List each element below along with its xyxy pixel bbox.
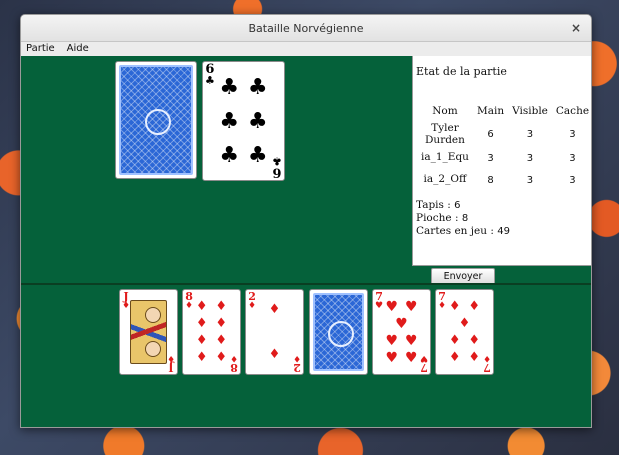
tapis-line: Tapis : 6 — [416, 199, 461, 211]
card-corner-top: 6 ♣ — [205, 62, 215, 87]
heart-pip-icon: ♥ — [404, 332, 418, 349]
player-main: 8 — [487, 174, 494, 186]
player-visible: 3 — [526, 174, 534, 186]
card-pips: ♣ ♣ ♣ ♣ ♣ ♣ — [215, 70, 272, 172]
player-main: 3 — [487, 152, 494, 164]
column-header: Nom — [432, 105, 458, 117]
diamond-pip-icon: ♦ — [448, 350, 461, 365]
menu-bar: Partie Aide — [21, 42, 591, 56]
hand-card-seven-diamonds[interactable]: 7 ♦ ♦ ♦ ♦ ♦ ♦ ♦ ♦ 7 ♦ — [435, 289, 494, 375]
diamond-pip-icon: ♦ — [195, 299, 208, 314]
diamond-pip-icon: ♦ — [468, 299, 481, 314]
table-row: Tyler Durden 6 3 3 — [417, 122, 591, 147]
player-visible: 3 — [526, 129, 534, 141]
diamond-pip-icon: ♦ — [268, 301, 281, 317]
pile-top-card[interactable]: 6 ♣ ♣ ♣ ♣ ♣ ♣ ♣ 6 ♣ — [202, 61, 285, 181]
player-cache: 3 — [569, 129, 576, 141]
player-main: 6 — [487, 129, 494, 141]
game-window: Bataille Norvégienne × Partie Aide 6 ♣ ♣ … — [20, 14, 592, 428]
diamond-pip-icon: ♦ — [448, 333, 461, 348]
table-row: ia_2_Off 8 3 3 — [417, 169, 591, 191]
card-pips: ♦ ♦ — [255, 298, 294, 366]
club-pip-icon: ♣ — [219, 142, 240, 168]
hand-card-two-diamonds[interactable]: 2 ♦ ♦ ♦ 2 ♦ — [245, 289, 304, 375]
card-corner-top: J ♦ — [122, 290, 131, 311]
heart-pip-icon: ♥ — [404, 298, 418, 315]
hand-card-eight-diamonds[interactable]: 8 ♦ ♦ ♦ ♦ ♦ ♦ ♦ ♦ ♦ 8 ♦ — [182, 289, 241, 375]
diamond-pip-icon: ♦ — [448, 299, 461, 314]
window-title: Bataille Norvégienne — [248, 22, 364, 35]
deck-card-back[interactable] — [115, 61, 197, 179]
card-corner-bottom: 7 ♦ — [482, 353, 491, 374]
jack-portrait — [130, 300, 167, 364]
game-counters: Tapis : 6 Pioche : 8 Cartes en jeu : 49 — [416, 199, 510, 238]
game-status-panel: Etat de la partie Nom Main Visible Cache… — [412, 56, 591, 266]
close-icon[interactable]: × — [571, 15, 581, 42]
diamond-pip-icon: ♦ — [195, 350, 208, 365]
player-cache: 3 — [569, 174, 576, 186]
column-header: Cache — [555, 105, 590, 117]
diamond-pip-icon: ♦ — [468, 350, 481, 365]
player-cache: 3 — [569, 152, 576, 164]
heart-pip-icon: ♥ — [404, 349, 418, 366]
player-name: ia_1_Equ — [421, 151, 469, 164]
table-header-row: Nom Main Visible Cache — [417, 100, 591, 122]
card-corner-bottom: 8 ♦ — [229, 353, 238, 374]
title-bar: Bataille Norvégienne × — [21, 15, 591, 42]
heart-pip-icon: ♥ — [385, 332, 399, 349]
diamond-pip-icon: ♦ — [215, 333, 228, 348]
card-back-pattern — [119, 65, 193, 175]
hand-card-jack-diamonds[interactable]: J ♦ J ♦ — [119, 289, 178, 375]
card-corner-bottom: 6 ♣ — [272, 155, 282, 180]
heart-pip-icon: ♥ — [385, 298, 399, 315]
table-row: ia_1_Equ 3 3 3 — [417, 147, 591, 169]
diamond-pip-icon: ♦ — [215, 350, 228, 365]
column-header: Visible — [512, 105, 548, 117]
hand-card-face-down[interactable] — [309, 289, 368, 375]
game-board: 6 ♣ ♣ ♣ ♣ ♣ ♣ ♣ 6 ♣ Etat de la partie Nom … — [21, 56, 591, 427]
player-visible: 3 — [526, 152, 534, 164]
diamond-pip-icon: ♦ — [458, 316, 471, 331]
column-header: Main — [476, 105, 505, 117]
card-corner-bottom: 2 ♦ — [292, 353, 301, 374]
panel-title: Etat de la partie — [416, 65, 507, 78]
player-name: Tyler Durden — [425, 122, 465, 146]
hand-card-seven-hearts[interactable]: 7 ♥ ♥ ♥ ♥ ♥ ♥ ♥ ♥ 7 ♥ — [372, 289, 431, 375]
card-corner-bottom: J ♦ — [166, 353, 175, 374]
cartes-line: Cartes en jeu : 49 — [416, 225, 510, 237]
board-divider — [21, 283, 591, 285]
diamond-pip-icon: ♦ — [195, 333, 208, 348]
club-pip-icon: ♣ — [247, 74, 268, 100]
card-corner-bottom: 7 ♥ — [419, 353, 428, 374]
club-pip-icon: ♣ — [219, 74, 240, 100]
card-pips: ♦ ♦ ♦ ♦ ♦ ♦ ♦ — [445, 298, 484, 366]
pioche-line: Pioche : 8 — [416, 212, 469, 224]
diamond-pip-icon: ♦ — [215, 316, 228, 331]
heart-pip-icon: ♥ — [395, 315, 408, 332]
club-pip-icon: ♣ — [247, 142, 268, 168]
club-pip-icon: ♣ — [219, 108, 240, 134]
heart-pip-icon: ♥ — [385, 349, 399, 366]
menu-partie[interactable]: Partie — [25, 42, 56, 56]
card-back-pattern — [313, 293, 364, 371]
card-pips: ♥ ♥ ♥ ♥ ♥ ♥ ♥ — [382, 298, 421, 366]
players-table: Nom Main Visible Cache Tyler Durden 6 3 … — [417, 100, 591, 191]
menu-aide[interactable]: Aide — [66, 42, 90, 56]
club-pip-icon: ♣ — [247, 108, 268, 134]
card-pips: ♦ ♦ ♦ ♦ ♦ ♦ ♦ ♦ — [192, 298, 231, 366]
diamond-pip-icon: ♦ — [215, 299, 228, 314]
diamond-pip-icon: ♦ — [268, 347, 281, 363]
player-name: ia_2_Off — [423, 173, 467, 186]
diamond-pip-icon: ♦ — [195, 316, 208, 331]
diamond-pip-icon: ♦ — [468, 333, 481, 348]
